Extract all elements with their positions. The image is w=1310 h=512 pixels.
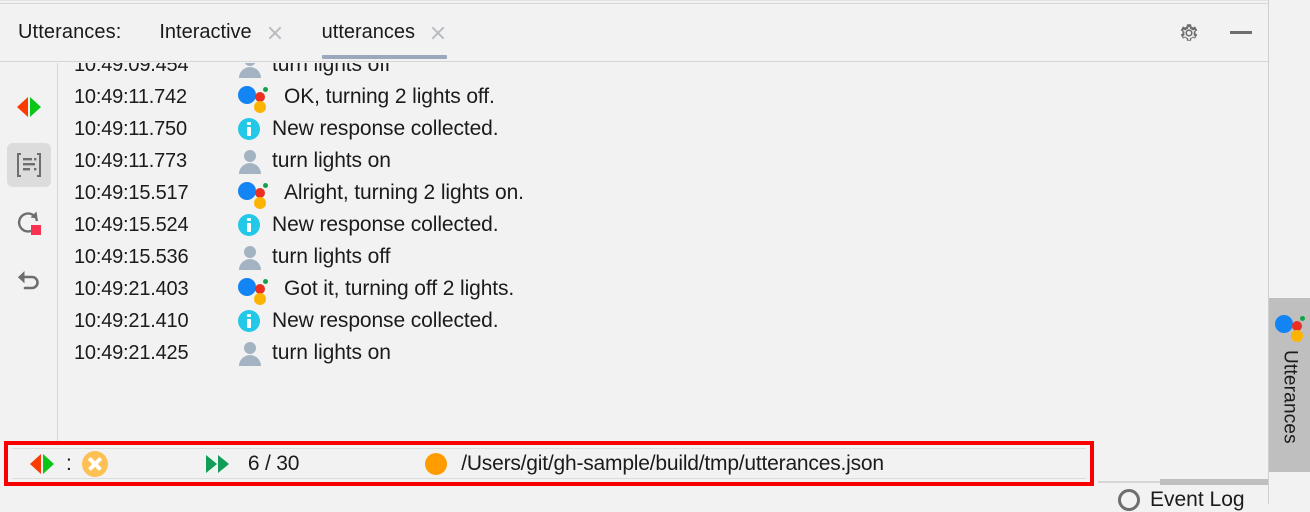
status-bar: : 6 / 30 /Users/git/gh-sample/build/tmp/… xyxy=(12,448,1086,479)
log-message: turn lights off xyxy=(272,245,391,268)
log-message: turn lights off xyxy=(272,63,391,76)
tab-interactive[interactable]: Interactive xyxy=(159,4,283,61)
event-log-button[interactable]: Event Log xyxy=(1118,488,1245,512)
tab-utterances-label: utterances xyxy=(321,21,416,43)
log-rows: 10:49:09.454 turn lights off 10:49:11.74… xyxy=(59,63,1267,369)
status-bidirectional-group[interactable]: : xyxy=(30,449,108,478)
log-row[interactable]: 10:49:09.454 turn lights off xyxy=(59,63,1267,81)
person-icon xyxy=(238,241,272,273)
fast-forward-icon xyxy=(205,454,236,473)
info-icon xyxy=(238,305,272,337)
log-timestamp: 10:49:09.454 xyxy=(74,63,189,76)
log-timestamp: 10:49:11.773 xyxy=(74,149,187,172)
minimize-button[interactable] xyxy=(1228,20,1254,46)
log-message: New response collected. xyxy=(272,213,499,236)
rerun-stop-icon xyxy=(17,211,41,235)
log-row[interactable]: 10:49:11.773 turn lights on xyxy=(59,145,1267,177)
undo-arrow-icon xyxy=(17,271,39,290)
status-bar-highlight: : 6 / 30 /Users/git/gh-sample/build/tmp/… xyxy=(4,441,1094,486)
bidirectional-arrow-icon xyxy=(30,453,54,474)
settings-button[interactable] xyxy=(1176,20,1202,46)
log-row[interactable]: 10:49:11.750 New response collected. xyxy=(59,113,1267,145)
bidirectional-arrow-icon xyxy=(16,97,41,117)
right-tab-label: Utterances xyxy=(1279,350,1301,444)
sidebar-button-bidirectional[interactable] xyxy=(7,85,51,129)
status-progress-group[interactable]: 6 / 30 xyxy=(205,449,300,478)
log-message: Got it, turning off 2 lights. xyxy=(284,277,515,300)
assistant-icon xyxy=(1274,312,1305,342)
log-message: New response collected. xyxy=(272,117,499,140)
tab-utterances[interactable]: utterances xyxy=(321,4,448,61)
assistant-icon xyxy=(238,177,272,209)
console-log-icon xyxy=(16,153,41,177)
log-message: Alright, turning 2 lights on. xyxy=(284,181,524,204)
orange-dot-icon xyxy=(425,452,448,475)
log-timestamp: 10:49:21.425 xyxy=(74,341,189,364)
sidebar-button-console[interactable] xyxy=(6,143,51,187)
right-tab-utterances[interactable]: Utterances xyxy=(1269,298,1310,472)
close-icon[interactable] xyxy=(429,24,447,42)
log-timestamp: 10:49:15.524 xyxy=(74,213,189,236)
tab-interactive-label: Interactive xyxy=(159,21,252,43)
person-icon xyxy=(238,337,272,369)
log-timestamp: 10:49:15.517 xyxy=(74,181,189,204)
close-icon[interactable] xyxy=(266,24,284,42)
log-row[interactable]: 10:49:11.742 OK, turning 2 lights off. xyxy=(59,81,1267,113)
status-separator: : xyxy=(66,451,72,475)
header-actions xyxy=(1176,4,1254,61)
log-timestamp: 10:49:11.742 xyxy=(74,85,187,108)
utterances-log-panel[interactable]: 10:49:09.454 turn lights off 10:49:11.74… xyxy=(59,63,1267,441)
minimize-icon xyxy=(1230,31,1252,34)
log-timestamp: 10:49:21.410 xyxy=(74,309,189,332)
person-icon xyxy=(238,145,272,177)
tool-window-header: Utterances: Interactive utterances xyxy=(0,4,1268,62)
log-timestamp: 10:49:21.403 xyxy=(74,277,189,300)
sidebar-button-rerun-stop[interactable] xyxy=(7,201,51,245)
log-row[interactable]: 10:49:15.517 Alright, turning 2 lights o… xyxy=(59,177,1267,209)
log-message: New response collected. xyxy=(272,309,499,332)
status-file-group[interactable]: /Users/git/gh-sample/build/tmp/utterance… xyxy=(425,449,884,478)
log-message: turn lights on xyxy=(272,149,391,172)
info-icon xyxy=(238,113,272,145)
gear-icon xyxy=(1180,23,1198,41)
info-icon xyxy=(238,209,272,241)
tab-selected-underline xyxy=(321,55,448,59)
tool-window-sidebar xyxy=(0,63,58,441)
circle-outline-icon xyxy=(1118,489,1140,511)
log-message: OK, turning 2 lights off. xyxy=(284,85,495,108)
log-timestamp: 10:49:15.536 xyxy=(74,245,189,268)
log-message: turn lights on xyxy=(272,341,391,364)
log-row[interactable]: 10:49:21.403 Got it, turning off 2 light… xyxy=(59,273,1267,305)
tool-window-title: Utterances: xyxy=(18,21,122,43)
assistant-icon xyxy=(238,81,272,113)
log-row[interactable]: 10:49:15.524 New response collected. xyxy=(59,209,1267,241)
window-top-edge xyxy=(0,0,1268,1)
log-row[interactable]: 10:49:21.425 turn lights on xyxy=(59,337,1267,369)
status-file-path: /Users/git/gh-sample/build/tmp/utterance… xyxy=(461,451,884,475)
event-log-label: Event Log xyxy=(1150,488,1245,511)
status-bottom-divider-dark xyxy=(1160,479,1268,485)
person-icon xyxy=(238,63,272,81)
log-row[interactable]: 10:49:15.536 turn lights off xyxy=(59,241,1267,273)
log-timestamp: 10:49:11.750 xyxy=(74,117,187,140)
error-circle-icon[interactable] xyxy=(81,450,108,477)
utterances-tool-window: Utterances: Interactive utterances 10:49… xyxy=(0,0,1310,511)
log-row[interactable]: 10:49:21.410 New response collected. xyxy=(59,305,1267,337)
status-progress-text: 6 / 30 xyxy=(247,451,300,475)
sidebar-button-undo[interactable] xyxy=(7,259,51,303)
header-left-group: Utterances: Interactive utterances xyxy=(18,4,448,61)
assistant-icon xyxy=(238,273,272,305)
